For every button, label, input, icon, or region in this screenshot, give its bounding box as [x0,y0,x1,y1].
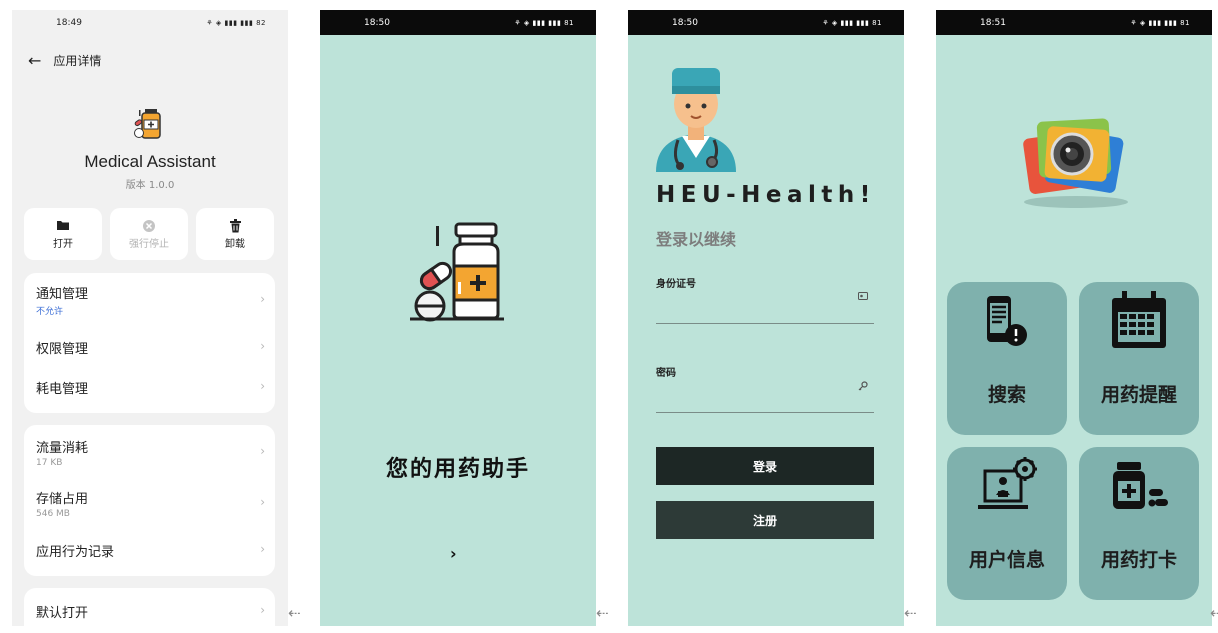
row-title: 通知管理 [36,287,89,302]
uninstall-label: 卸载 [225,239,245,250]
status-bar: 18:49 ⚘ ◈ ▮▮▮ ▮▮▮ 82 [12,10,288,35]
trash-icon [196,219,274,235]
permission-management-row[interactable]: 权限管理 › [24,327,275,367]
row-title: 流量消耗 [36,440,89,456]
settings-group-1: 通知管理 不允许 › 权限管理 › 耗电管理 › [24,273,275,413]
header: ← 应用详情 [28,51,101,70]
row-subtitle: 546 MB [36,508,70,519]
stop-icon [110,219,188,235]
settings-group-3: 默认打开 › [24,588,275,626]
app-details-screen: 18:49 ⚘ ◈ ▮▮▮ ▮▮▮ 82 ← 应用详情 Medical Assi… [12,10,288,626]
app-icon [134,109,161,139]
app-version: 版本 1.0.0 [125,180,175,191]
nav-back-icon[interactable]: ⇠ [596,604,609,622]
status-time: 18:49 [56,17,82,28]
nav-back-icon[interactable]: ⇠ [1210,604,1218,622]
medication-checkin-tile[interactable]: 用药打卡 [1079,447,1199,600]
search-label: 搜索 [987,384,1026,406]
notification-management-row[interactable]: 通知管理 不允许 › [24,273,275,327]
login-button[interactable]: 登录 [656,447,874,485]
back-arrow-icon[interactable]: ← [28,51,41,70]
next-arrow-button[interactable]: › [450,544,457,563]
password-input[interactable] [656,412,874,413]
status-icons: ⚘ ◈ ▮▮▮ ▮▮▮ 81 [514,18,574,27]
row-title: 权限管理 [36,341,89,357]
login-subtitle: 登录以继续 [656,230,737,249]
status-bar: 18:50 ⚘ ◈ ▮▮▮ ▮▮▮ 81 [320,10,596,35]
medicine-bottle-icon [410,222,504,322]
id-number-input[interactable] [656,323,874,324]
phone-alert-icon [987,296,1027,346]
chevron-right-icon: › [260,339,265,353]
nav-back-icon[interactable]: ⇠ [288,604,301,622]
open-button[interactable]: 打开 [24,208,102,260]
page-title: 应用详情 [53,54,102,68]
id-card-icon [858,292,868,303]
key-icon [858,381,868,394]
user-info-tile[interactable]: 用户信息 [947,447,1067,600]
register-button[interactable]: 注册 [656,501,874,539]
medication-reminder-label: 用药提醒 [1100,384,1177,406]
folder-icon [24,219,102,235]
medication-reminder-tile[interactable]: 用药提醒 [1079,282,1199,435]
default-open-row[interactable]: 默认打开 › [24,588,275,626]
medication-checkin-label: 用药打卡 [1100,549,1177,571]
status-icons: ⚘ ◈ ▮▮▮ ▮▮▮ 82 [206,18,266,27]
home-menu-screen: 18:51 ⚘ ◈ ▮▮▮ ▮▮▮ 81 搜索 用药提醒 用户信息 用药打卡 [936,10,1212,626]
laptop-user-icon [978,457,1037,509]
chevron-right-icon: › [260,542,265,556]
search-tile[interactable]: 搜索 [947,282,1067,435]
status-icons: ⚘ ◈ ▮▮▮ ▮▮▮ 81 [822,18,882,27]
id-number-label: 身份证号 [656,279,696,290]
nav-back-icon[interactable]: ⇠ [904,604,917,622]
medicine-bottle-icon [1113,462,1168,509]
row-subtitle: 17 KB [36,457,63,468]
status-icons: ⚘ ◈ ▮▮▮ ▮▮▮ 81 [1130,18,1190,27]
login-screen: 18:50 ⚘ ◈ ▮▮▮ ▮▮▮ 81 HEU-Health! 登录以继续 身… [628,10,904,626]
app-slogan: 您的用药助手 [385,456,530,482]
photo-camera-logo-icon [1023,118,1128,208]
battery-management-row[interactable]: 耗电管理 › [24,367,275,407]
row-subtitle: 不允许 [36,307,64,317]
data-usage-row[interactable]: 流量消耗 17 KB › [24,425,275,479]
chevron-right-icon: › [260,379,265,393]
status-time: 18:51 [980,17,1006,28]
status-bar: 18:51 ⚘ ◈ ▮▮▮ ▮▮▮ 81 [936,10,1212,35]
password-label: 密码 [656,368,676,379]
row-title: 存储占用 [36,491,89,507]
uninstall-button[interactable]: 卸载 [196,208,274,260]
chevron-right-icon: › [260,444,265,458]
calendar-icon [1112,291,1166,348]
open-label: 打开 [53,239,73,250]
chevron-right-icon: › [260,603,265,617]
user-info-label: 用户信息 [968,549,1045,571]
force-stop-button[interactable]: 强行停止 [110,208,188,260]
chevron-right-icon: › [260,292,265,306]
chevron-right-icon: › [260,495,265,509]
storage-row[interactable]: 存储占用 546 MB › [24,479,275,527]
app-behavior-record-row[interactable]: 应用行为记录 › [24,527,275,573]
settings-group-2: 流量消耗 17 KB › 存储占用 546 MB › 应用行为记录 › [24,425,275,576]
status-bar: 18:50 ⚘ ◈ ▮▮▮ ▮▮▮ 81 [628,10,904,35]
brand-title: HEU-Health! [656,182,876,208]
status-time: 18:50 [672,17,698,28]
app-name: Medical Assistant [84,152,216,171]
splash-screen: 18:50 ⚘ ◈ ▮▮▮ ▮▮▮ 81 您的用药助手 › [320,10,596,626]
doctor-avatar-icon [656,68,736,172]
row-title: 默认打开 [36,605,89,621]
row-title: 耗电管理 [36,381,89,397]
force-stop-label: 强行停止 [129,239,169,250]
row-title: 应用行为记录 [36,544,115,560]
status-time: 18:50 [364,17,390,28]
